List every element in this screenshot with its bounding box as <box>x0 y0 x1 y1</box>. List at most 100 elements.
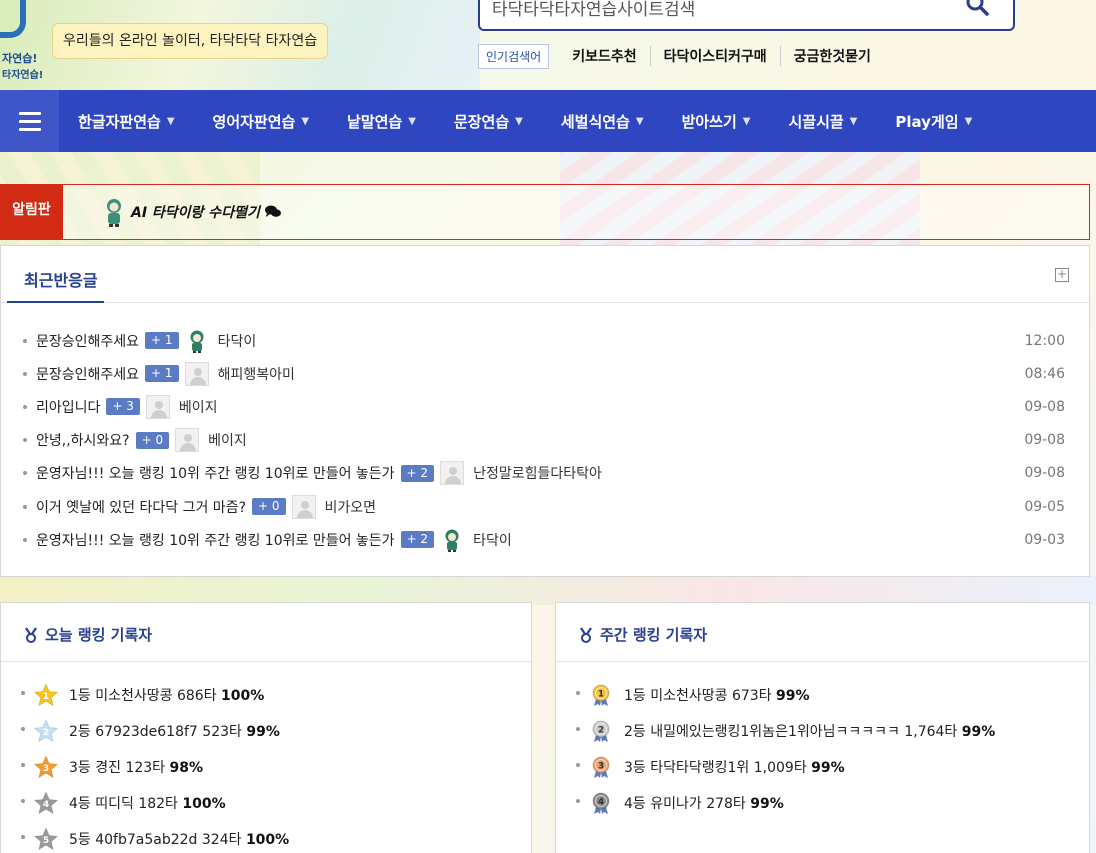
comment-subject[interactable]: 문장승인해주세요 <box>36 331 139 351</box>
avatar-head <box>300 500 309 509</box>
svg-text:3: 3 <box>43 764 49 774</box>
nav-item-sebeolsik-practice[interactable]: 세벌식연습 ▼ <box>561 111 644 132</box>
comment-subject[interactable]: 문장승인해주세요 <box>36 364 139 384</box>
search-box <box>478 0 1015 31</box>
author-nickname[interactable]: 해피행복아미 <box>218 364 295 384</box>
list-item[interactable]: 안녕,,하시와요? + 0 베이지 09-08 <box>23 424 1073 457</box>
rank-medal-icon: 3 <box>588 755 614 779</box>
nav-item-sentence-practice[interactable]: 문장연습 ▼ <box>454 111 523 132</box>
chevron-down-icon: ▼ <box>301 115 310 127</box>
search-input[interactable] <box>492 0 952 22</box>
avatar-head <box>193 367 202 376</box>
popular-keyword-link[interactable]: 궁금한것묻기 <box>781 46 884 66</box>
list-item[interactable]: 문장승인해주세요 + 1 타닥이 12:00 <box>23 324 1073 357</box>
bullet <box>23 404 27 409</box>
chevron-down-icon: ▼ <box>408 115 416 127</box>
list-item[interactable]: 운영자님!!! 오늘 랭킹 10위 주간 랭킹 10위로 만들어 놓든가 + 2 타… <box>23 523 1073 556</box>
author-nickname[interactable]: 타닥이 <box>218 331 257 351</box>
nav-item-word-practice[interactable]: 낱말연습 ▼ <box>347 111 416 132</box>
tadak-character-avatar <box>440 528 464 552</box>
ranking-entry: 1등 미소천사땅콩 686타 100% <box>69 683 264 707</box>
medal-icon <box>25 626 37 643</box>
chevron-down-icon: ▼ <box>964 115 973 127</box>
site-logo[interactable]: 자연습! 타자연습! <box>0 0 48 88</box>
bullet <box>21 691 25 695</box>
svg-text:1: 1 <box>43 692 49 702</box>
ranking-item[interactable]: 5 5등 40fb7a5ab22d 324타 100% <box>21 827 511 851</box>
chevron-down-icon: ▼ <box>849 115 858 127</box>
list-item[interactable]: 리아입니다 + 3 베이지 09-08 <box>23 390 1073 423</box>
list-item[interactable]: 운영자님!!! 오늘 랭킹 10위 주간 랭킹 10위로 만들어 놓든가 + 2 난… <box>23 457 1073 490</box>
bullet <box>23 504 27 509</box>
comment-subject[interactable]: 안녕,,하시와요? <box>36 430 130 450</box>
logo-text: 자연습! <box>2 52 38 65</box>
divider <box>1 302 1089 303</box>
ranking-item[interactable]: 1 1등 미소천사땅콩 686타 100% <box>21 683 511 707</box>
list-item[interactable]: 문장승인해주세요 + 1 해피행복아미 08:46 <box>23 357 1073 390</box>
default-avatar <box>184 361 209 386</box>
background-decoration <box>0 575 1096 605</box>
rank-medal-icon: 4 <box>588 791 614 815</box>
comment-subject[interactable]: 이거 옛날에 있던 타다닥 그거 마즘? <box>36 497 246 517</box>
ranking-item[interactable]: 1 1등 미소천사땅콩 673타 99% <box>576 683 1069 707</box>
main-navigation: 한글자판연습 ▼ 영어자판연습 ▼ 낱말연습 ▼ 문장연습 ▼ 세벌식연습 ▼ 받아쓰기 ▼… <box>0 90 1096 152</box>
ranking-entry: 3등 경진 123타 98% <box>69 755 203 779</box>
plus-square-icon[interactable]: + <box>1055 268 1069 282</box>
chevron-down-icon: ▼ <box>515 115 523 127</box>
active-tab-underline <box>7 301 104 303</box>
svg-text:3: 3 <box>598 762 604 772</box>
rank-star-icon: 4 <box>33 791 59 815</box>
nav-item-label: 시끌시끌 <box>788 112 844 131</box>
ranking-item[interactable]: 3 3등 타닥타닥랭킹1위 1,009타 99% <box>576 755 1069 779</box>
author-nickname[interactable]: 비가오면 <box>325 497 377 517</box>
nav-item-community[interactable]: 시끌시끌 ▼ <box>788 111 857 132</box>
ranking-entry: 5등 40fb7a5ab22d 324타 100% <box>69 827 289 851</box>
recent-comments-title[interactable]: 최근반응글 <box>24 267 98 291</box>
popular-keyword-link[interactable]: 키보드추천 <box>559 46 651 66</box>
comment-count-badge: + 0 <box>252 498 286 516</box>
ranking-accuracy: 99% <box>811 760 845 776</box>
nav-item-hangul-keyboard[interactable]: 한글자판연습 ▼ <box>78 111 175 132</box>
bullet <box>21 835 25 839</box>
author-nickname[interactable]: 베이지 <box>179 397 218 417</box>
hamburger-icon <box>18 119 41 123</box>
nav-item-english-keyboard[interactable]: 영어자판연습 ▼ <box>213 111 310 132</box>
nav-item-label: 낱말연습 <box>347 112 403 131</box>
notice-link[interactable]: AI 타닥이랑 수다떨기 <box>131 202 281 222</box>
comment-subject[interactable]: 운영자님!!! 오늘 랭킹 10위 주간 랭킹 10위로 만들어 놓든가 <box>36 463 395 483</box>
hamburger-menu-button[interactable] <box>0 90 59 152</box>
search-button[interactable] <box>965 0 995 22</box>
ranking-item[interactable]: 2 2등 내밀에있는랭킹1위놈은1위아님ㅋㅋㅋㅋㅋ 1,764타 99% <box>576 719 1069 743</box>
bullet <box>21 799 25 803</box>
comment-subject[interactable]: 리아입니다 <box>36 397 100 417</box>
ranking-item[interactable]: 4 4등 띠디딕 182타 100% <box>21 791 511 815</box>
nav-item-dictation[interactable]: 받아쓰기 ▼ <box>682 111 751 132</box>
author-nickname[interactable]: 타닥이 <box>473 530 512 550</box>
nav-item-play-game[interactable]: Play게임 ▼ <box>895 111 972 132</box>
ranking-item[interactable]: 3 3등 경진 123타 98% <box>21 755 511 779</box>
weekly-ranking-title-text: 주간 랭킹 기록자 <box>600 626 708 644</box>
rank-star-icon: 2 <box>33 719 59 743</box>
divider <box>1 661 531 662</box>
today-ranking-list: 1 1등 미소천사땅콩 686타 100% 2 2등 67923de618f7 523… <box>21 683 511 853</box>
popular-keyword-link[interactable]: 타닥이스티커구매 <box>651 46 781 66</box>
author-nickname[interactable]: 난정말로힘들다타탁아 <box>473 463 602 483</box>
ranking-accuracy: 100% <box>182 796 226 812</box>
ranking-accuracy: 99% <box>776 688 810 704</box>
list-item[interactable]: 이거 옛날에 있던 타다닥 그거 마즘? + 0 비가오면 09-05 <box>23 490 1073 523</box>
ranking-item[interactable]: 2 2등 67923de618f7 523타 99% <box>21 719 511 743</box>
ranking-item[interactable]: 4 4등 유미나가 278타 99% <box>576 791 1069 815</box>
bullet <box>21 727 25 731</box>
rank-medal-icon: 2 <box>588 719 614 743</box>
medal-icon <box>580 626 592 643</box>
rank-star-icon: 5 <box>33 827 59 851</box>
author-nickname[interactable]: 베이지 <box>208 430 247 450</box>
notice-text: AI 타닥이랑 수다떨기 <box>131 205 260 221</box>
today-ranking-panel: 오늘 랭킹 기록자 1 1등 미소천사땅콩 686타 100% 2 2등 67923d… <box>0 602 532 853</box>
search-icon <box>966 0 989 16</box>
comment-date: 09-08 <box>1024 398 1065 415</box>
comment-subject[interactable]: 운영자님!!! 오늘 랭킹 10위 주간 랭킹 10위로 만들어 놓든가 <box>36 530 395 550</box>
nav-item-label: 받아쓰기 <box>681 112 737 131</box>
bullet <box>21 763 25 767</box>
ranking-entry: 3등 타닥타닥랭킹1위 1,009타 99% <box>624 755 845 779</box>
